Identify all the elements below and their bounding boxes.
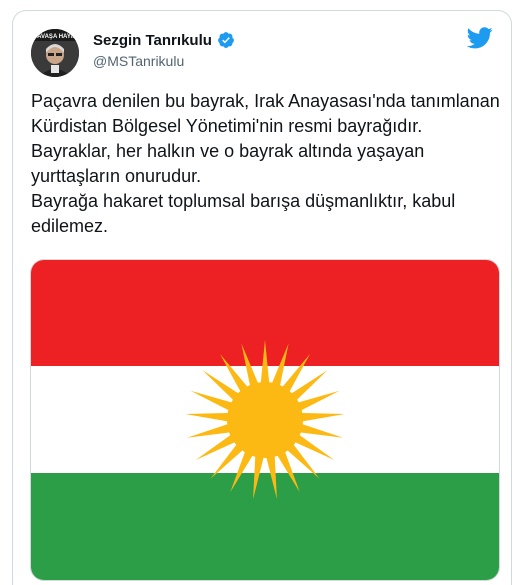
avatar-banner-text: SAVAŞA HAYIR: [33, 34, 77, 40]
author-handle[interactable]: @MSTanrikulu: [93, 53, 184, 69]
sun-ray: [185, 412, 232, 423]
twitter-bird-icon[interactable]: [467, 27, 493, 49]
sun-ray: [270, 343, 289, 390]
sun-ray: [265, 452, 277, 500]
tweet-text: Paçavra denilen bu bayrak, Irak Anayasas…: [31, 89, 501, 239]
sun-ray: [253, 452, 265, 500]
author-name-row: Sezgin Tanrıkulu: [93, 31, 235, 49]
sun-ray: [296, 423, 343, 438]
sun-ray: [260, 340, 270, 387]
sun-ray: [298, 412, 345, 423]
tweet-paragraph: Bayrağa hakaret toplumsal barışa düşmanl…: [31, 191, 461, 236]
tweet-paragraph: Bayraklar, her halkın ve o bayrak altınd…: [31, 141, 430, 186]
verified-badge-icon: [218, 32, 234, 48]
tweet-card: SAVAŞA HAYIR Sezgin Tanrıkulu @MSTanriku…: [12, 10, 512, 585]
sun-ray: [187, 423, 234, 438]
tweet-media-flag[interactable]: [30, 259, 500, 581]
author-display-name[interactable]: Sezgin Tanrıkulu: [93, 32, 212, 49]
avatar-image: SAVAŞA HAYIR: [31, 29, 79, 77]
sun-ray: [241, 343, 260, 390]
avatar[interactable]: SAVAŞA HAYIR: [31, 29, 79, 77]
tweet-paragraph: Paçavra denilen bu bayrak, Irak Anayasas…: [31, 91, 505, 136]
flag-sun-icon: [185, 340, 345, 500]
